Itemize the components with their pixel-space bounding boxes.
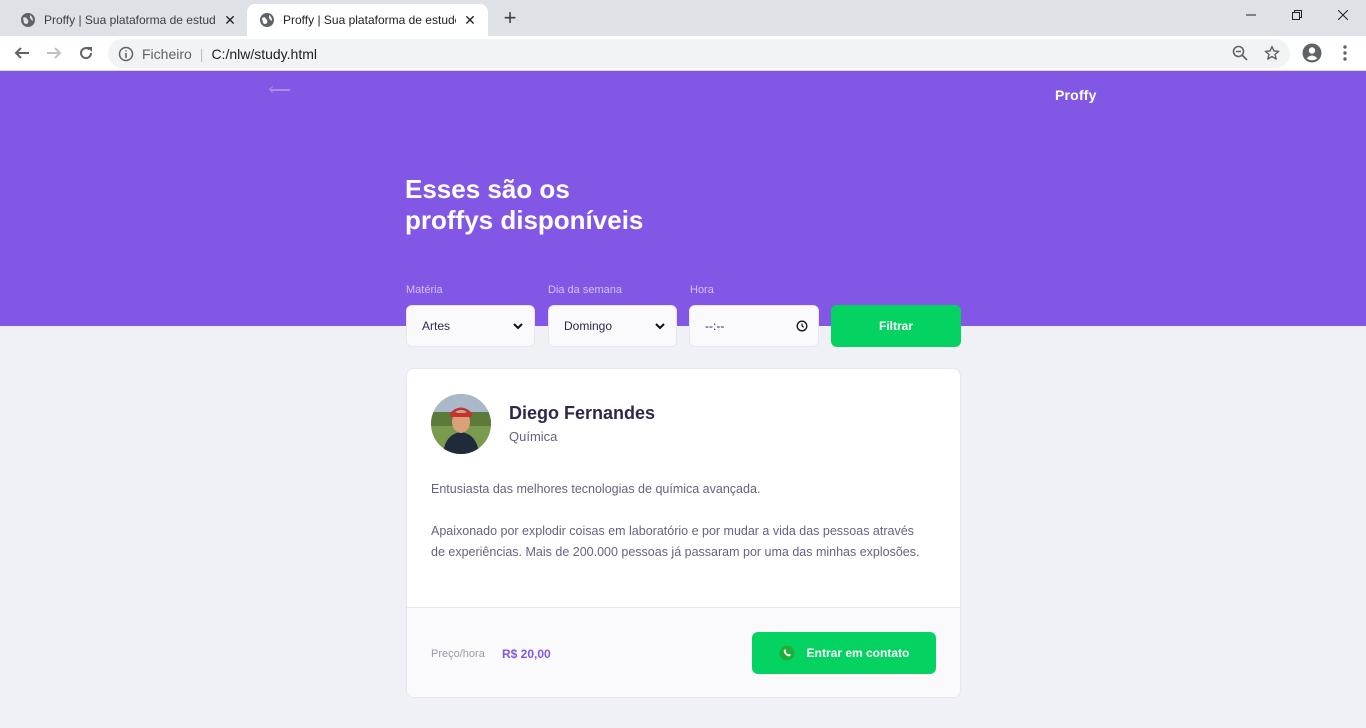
url-separator: |: [199, 45, 204, 62]
page-title-line-1: Esses são os: [405, 174, 570, 204]
subject-select[interactable]: Artes: [406, 305, 535, 347]
restore-icon[interactable]: [1274, 0, 1320, 30]
plus-icon[interactable]: +: [498, 6, 522, 30]
page-title: Esses são os proffys disponíveis: [405, 174, 805, 236]
back-arrow-icon[interactable]: [8, 39, 36, 67]
avatar: [431, 394, 491, 454]
tab-title: Proffy | Sua plataforma de estudos: [283, 13, 456, 27]
forward-arrow-icon[interactable]: [40, 39, 68, 67]
teacher-bio: Entusiasta das melhores tecnologias de q…: [431, 479, 931, 563]
time-label: Hora: [690, 284, 714, 296]
filter-button[interactable]: Filtrar: [831, 305, 961, 347]
browser-tab-strip: Proffy | Sua plataforma de estudos ✕ Pro…: [0, 0, 1366, 36]
close-icon[interactable]: ✕: [222, 12, 238, 28]
browser-toolbar: Ficheiro | C:/nlw/study.html: [0, 36, 1366, 71]
card-footer: Preço/hora R$ 20,00 Entrar em contato: [407, 607, 960, 697]
page-header: Proffy Esses são os proffys disponíveis: [0, 71, 1366, 326]
page-title-line-2: proffys disponíveis: [405, 205, 644, 235]
clock-icon[interactable]: [796, 320, 808, 332]
contact-button[interactable]: Entrar em contato: [752, 632, 936, 674]
contact-button-label: Entrar em contato: [806, 646, 910, 660]
back-arrow-icon[interactable]: [270, 89, 290, 91]
url-text[interactable]: C:/nlw/study.html: [211, 46, 317, 62]
weekday-label: Dia da semana: [548, 284, 622, 296]
address-bar[interactable]: Ficheiro | C:/nlw/study.html: [108, 39, 1290, 68]
browser-tab-2[interactable]: Proffy | Sua plataforma de estudos ✕: [247, 4, 488, 36]
globe-icon: [260, 13, 274, 27]
account-icon[interactable]: [1302, 43, 1322, 63]
price-label: Preço/hora: [431, 648, 485, 660]
browser-tab-1[interactable]: Proffy | Sua plataforma de estudos ✕: [8, 4, 248, 36]
brand-logo: Proffy: [1055, 87, 1097, 103]
window-close-icon[interactable]: [1320, 0, 1366, 30]
star-icon[interactable]: [1262, 43, 1282, 63]
time-input[interactable]: --:--: [689, 305, 819, 347]
price-value: R$ 20,00: [502, 647, 551, 661]
minimize-icon[interactable]: [1228, 0, 1274, 30]
teacher-card: Diego Fernandes Química Entusiasta das m…: [406, 368, 961, 698]
teacher-name: Diego Fernandes: [509, 403, 656, 423]
url-scheme: Ficheiro: [142, 45, 192, 62]
bio-paragraph: Apaixonado por explodir coisas em labora…: [431, 524, 920, 559]
teacher-subject: Química: [509, 429, 558, 444]
time-input-value: --:--: [705, 319, 725, 333]
subject-label: Matéria: [406, 284, 443, 296]
bio-paragraph: Entusiasta das melhores tecnologias de q…: [431, 482, 761, 496]
whatsapp-icon: [779, 645, 795, 661]
zoom-icon[interactable]: [1230, 43, 1250, 63]
weekday-select[interactable]: Domingo: [548, 305, 677, 347]
chevron-down-icon: [655, 323, 665, 330]
menu-dots-icon[interactable]: [1335, 43, 1355, 63]
subject-select-value: Artes: [422, 319, 451, 333]
tab-title: Proffy | Sua plataforma de estudos: [44, 13, 216, 27]
info-icon[interactable]: [118, 46, 134, 62]
globe-icon: [21, 13, 35, 27]
weekday-select-value: Domingo: [564, 319, 613, 333]
chevron-down-icon: [513, 323, 523, 330]
reload-icon[interactable]: [72, 39, 100, 67]
close-icon[interactable]: ✕: [462, 12, 478, 28]
